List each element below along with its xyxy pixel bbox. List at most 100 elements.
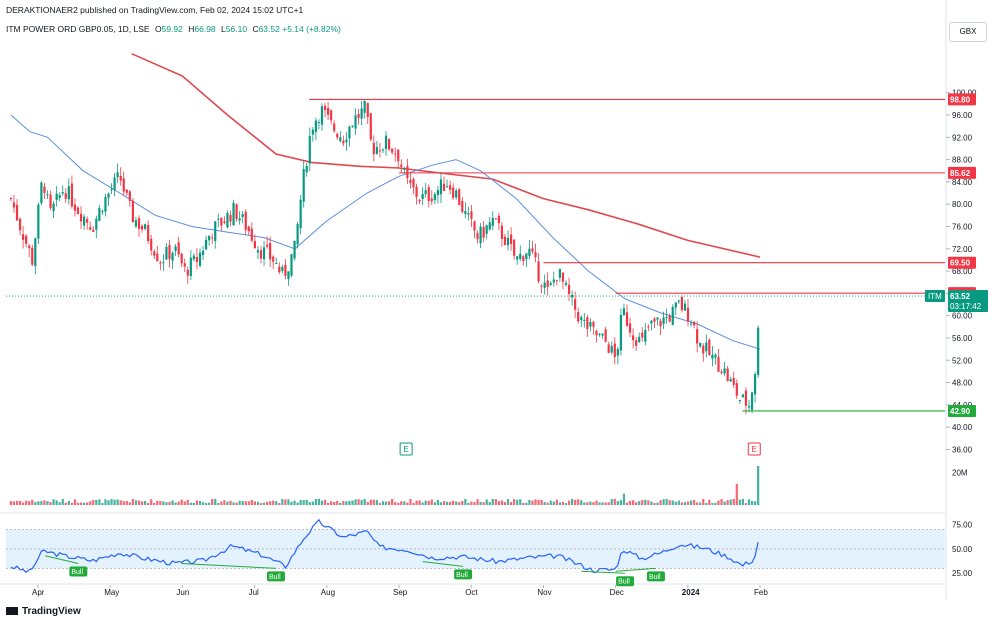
- candle-body: [424, 190, 427, 194]
- y-tick-label: 96.00: [952, 111, 973, 120]
- x-tick-label: Apr: [32, 588, 45, 597]
- volume-bar: [229, 500, 232, 505]
- volume-bar: [128, 502, 131, 505]
- volume-bar: [259, 502, 263, 505]
- volume-bar: [567, 500, 571, 505]
- volume-bar: [134, 500, 138, 505]
- open-value: 59.92: [161, 24, 183, 34]
- candle-body: [436, 190, 439, 196]
- candle-body: [528, 248, 531, 256]
- volume-bar: [732, 499, 735, 505]
- volume-bar: [98, 499, 101, 505]
- candle-body: [403, 168, 406, 170]
- volume-bar: [137, 500, 141, 505]
- candle-body: [229, 214, 232, 222]
- candle-body: [686, 307, 690, 322]
- volume-bar: [342, 500, 345, 505]
- candle-body: [55, 193, 58, 200]
- volume-bar: [89, 501, 92, 505]
- candle-body: [732, 377, 735, 385]
- volume-bar: [638, 501, 641, 505]
- candle-body: [89, 227, 92, 230]
- candle-body: [320, 106, 324, 125]
- volume-bar: [473, 502, 476, 505]
- candle-body: [384, 135, 388, 149]
- volume-bar: [293, 500, 296, 505]
- candle-body: [613, 343, 616, 357]
- candle-body: [680, 297, 683, 311]
- volume-bar: [659, 500, 662, 505]
- candle-body: [201, 250, 205, 255]
- volume-bar: [720, 499, 723, 505]
- volume-bar: [574, 499, 577, 505]
- volume-bar: [61, 499, 64, 505]
- volume-bar: [580, 500, 583, 505]
- x-tick-label: Aug: [321, 588, 335, 597]
- volume-bar: [452, 500, 455, 505]
- price-chart[interactable]: 100.0096.0092.0088.0084.0080.0076.0072.0…: [0, 0, 1000, 625]
- volume-bar: [741, 498, 744, 505]
- level-price-label: 98.80: [950, 95, 971, 104]
- volume-bar: [708, 499, 711, 505]
- candle-body: [369, 113, 372, 140]
- candle-body: [143, 224, 147, 229]
- candle-body: [125, 189, 128, 193]
- candle-body: [302, 168, 305, 202]
- volume-bar: [180, 499, 183, 505]
- candle-body: [516, 256, 519, 260]
- volume-bar: [570, 498, 574, 505]
- volume-bar: [143, 501, 147, 505]
- candle-body: [226, 212, 229, 228]
- y-tick-label: 84.00: [952, 178, 973, 187]
- candle-body: [525, 253, 528, 260]
- volume-axis-label: 20M: [952, 469, 968, 478]
- candle-body: [723, 368, 726, 374]
- rsi-tick-label: 25.00: [952, 569, 973, 578]
- candle-body: [156, 253, 159, 262]
- candle-body: [729, 379, 732, 382]
- volume-bar: [375, 499, 378, 505]
- candle-body: [333, 123, 336, 131]
- volume-bar: [537, 499, 540, 505]
- candle-body: [351, 125, 354, 127]
- volume-bar: [503, 501, 507, 505]
- volume-bar: [750, 500, 754, 505]
- candle-body: [378, 150, 382, 152]
- volume-bar: [320, 500, 324, 505]
- candle-body: [583, 319, 586, 321]
- volume-bar: [241, 501, 244, 505]
- candle-body: [299, 199, 302, 229]
- volume-bar: [531, 500, 534, 505]
- volume-bar: [336, 500, 339, 505]
- volume-bar: [211, 498, 214, 505]
- volume-bar: [348, 500, 351, 505]
- earnings-event-label: E: [751, 445, 756, 454]
- volume-bar: [753, 501, 757, 505]
- volume-bar: [647, 500, 650, 505]
- volume-bar: [586, 502, 589, 505]
- candle-body: [18, 218, 22, 231]
- x-tick-label: May: [104, 588, 119, 597]
- volume-bar: [717, 500, 720, 505]
- candle-body: [635, 340, 638, 346]
- level-price-label: 69.50: [950, 259, 971, 268]
- candle-body: [570, 294, 574, 298]
- candle-body: [485, 225, 488, 234]
- candle-body: [717, 357, 720, 372]
- last-price-value: 63.52: [950, 292, 971, 301]
- volume-bar: [250, 499, 253, 505]
- volume-bar: [272, 500, 275, 505]
- candle-body: [278, 266, 281, 273]
- volume-bar: [757, 466, 760, 505]
- volume-bar: [269, 501, 272, 505]
- currency-button[interactable]: GBX: [949, 22, 987, 42]
- earnings-event-label: E: [403, 445, 408, 454]
- volume-bar: [641, 500, 644, 505]
- volume-bar: [552, 501, 555, 505]
- volume-bar: [37, 501, 40, 505]
- candle-body: [592, 321, 595, 327]
- candle-body: [281, 266, 284, 272]
- volume-bar: [18, 500, 22, 505]
- candle-body: [400, 164, 403, 167]
- candle-body: [702, 345, 705, 354]
